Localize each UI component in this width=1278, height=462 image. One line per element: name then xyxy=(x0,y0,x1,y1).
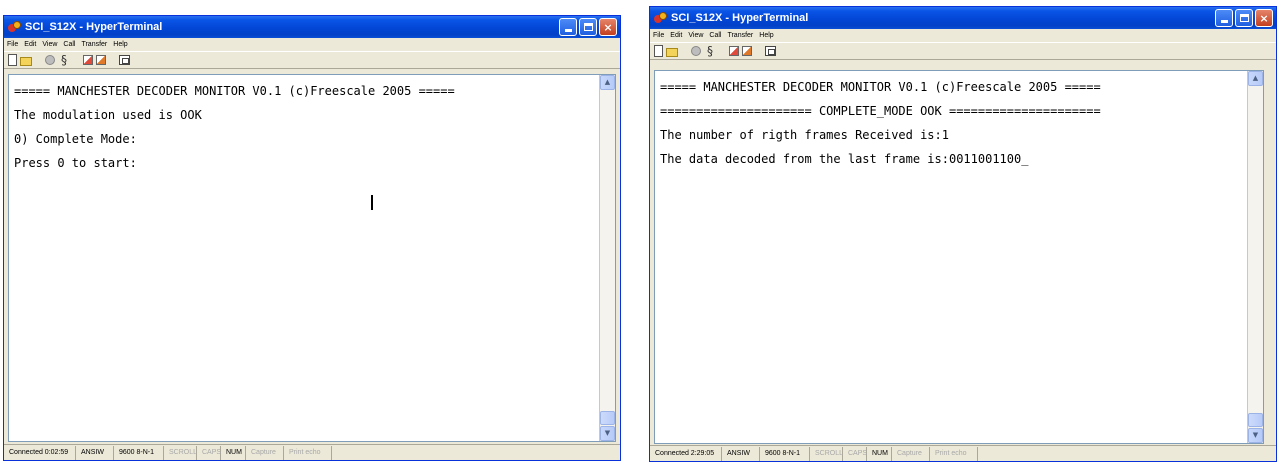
menu-help[interactable]: Help xyxy=(113,41,127,48)
status-print-echo: Print echo xyxy=(284,445,332,460)
status-num: NUM xyxy=(221,445,246,460)
toolbar: § xyxy=(4,51,620,69)
open-folder-icon[interactable] xyxy=(666,48,678,57)
menu-transfer[interactable]: Transfer xyxy=(727,32,753,39)
toolbar: § xyxy=(650,42,1276,60)
scroll-up-button[interactable]: ▲ xyxy=(1248,71,1263,86)
menu-transfer[interactable]: Transfer xyxy=(81,41,107,48)
scroll-down-button[interactable]: ▼ xyxy=(1248,428,1263,443)
close-button[interactable]: × xyxy=(1255,9,1273,27)
terminal-line: 0) Complete Mode: xyxy=(14,132,137,146)
status-baud: 9600 8-N-1 xyxy=(114,445,164,460)
close-icon: × xyxy=(1259,11,1269,25)
terminal-line: ===== MANCHESTER DECODER MONITOR V0.1 (c… xyxy=(14,84,455,98)
minimize-icon xyxy=(564,29,572,32)
maximize-button[interactable] xyxy=(1235,9,1253,27)
terminal-line: The data decoded from the last frame is:… xyxy=(660,152,1029,166)
maximize-button[interactable] xyxy=(579,18,597,36)
status-baud: 9600 8-N-1 xyxy=(760,446,810,461)
status-capture: Capture xyxy=(246,445,284,460)
scroll-up-button[interactable]: ▲ xyxy=(600,75,615,90)
menu-call[interactable]: Call xyxy=(63,41,75,48)
menu-call[interactable]: Call xyxy=(709,32,721,39)
receive-file-icon[interactable] xyxy=(96,55,106,65)
menu-file[interactable]: File xyxy=(7,41,18,48)
hyperterminal-app-icon[interactable] xyxy=(8,20,21,34)
menu-help[interactable]: Help xyxy=(759,32,773,39)
send-file-icon[interactable] xyxy=(83,55,93,65)
status-connected: Connected 0:02:59 xyxy=(4,445,76,460)
vertical-scrollbar[interactable]: ▲ ▼ xyxy=(600,75,615,441)
new-connection-icon[interactable] xyxy=(654,45,663,57)
terminal-line: ===================== COMPLETE_MODE OOK … xyxy=(660,104,1101,118)
menu-file[interactable]: File xyxy=(653,32,664,39)
maximize-icon xyxy=(583,23,593,31)
status-capture: Capture xyxy=(892,446,930,461)
hyperterminal-app-icon[interactable] xyxy=(654,11,667,25)
menu-edit[interactable]: Edit xyxy=(24,41,36,48)
properties-icon[interactable] xyxy=(119,55,130,65)
status-scroll: SCROLL xyxy=(164,445,197,460)
status-print-echo: Print echo xyxy=(930,446,978,461)
disconnect-icon[interactable]: § xyxy=(58,54,70,66)
scroll-thumb[interactable] xyxy=(600,411,615,425)
status-bar: Connected 2:29:05 ANSIW 9600 8-N-1 SCROL… xyxy=(650,445,1276,461)
window-title: SCI_S12X - HyperTerminal xyxy=(671,12,809,24)
properties-icon[interactable] xyxy=(765,46,776,56)
maximize-icon xyxy=(1239,14,1249,22)
window-title: SCI_S12X - HyperTerminal xyxy=(25,21,163,33)
hyperterminal-window-right: SCI_S12X - HyperTerminal × File Edit Vie… xyxy=(649,6,1277,462)
status-emulation: ANSIW xyxy=(722,446,760,461)
menu-edit[interactable]: Edit xyxy=(670,32,682,39)
vertical-scrollbar[interactable]: ▲ ▼ xyxy=(1248,71,1263,443)
menu-view[interactable]: View xyxy=(688,32,703,39)
minimize-button[interactable] xyxy=(1215,9,1233,27)
minimize-icon xyxy=(1220,20,1228,23)
send-file-icon[interactable] xyxy=(729,46,739,56)
terminal-line: The number of rigth frames Received is:1 xyxy=(660,128,949,142)
menu-view[interactable]: View xyxy=(42,41,57,48)
call-icon[interactable] xyxy=(45,55,55,65)
terminal-line: ===== MANCHESTER DECODER MONITOR V0.1 (c… xyxy=(660,80,1101,94)
disconnect-icon[interactable]: § xyxy=(704,45,716,57)
status-num: NUM xyxy=(867,446,892,461)
status-scroll: SCROLL xyxy=(810,446,843,461)
terminal-screen[interactable]: ===== MANCHESTER DECODER MONITOR V0.1 (c… xyxy=(655,71,1248,443)
status-bar: Connected 0:02:59 ANSIW 9600 8-N-1 SCROL… xyxy=(4,444,620,460)
status-connected: Connected 2:29:05 xyxy=(650,446,722,461)
chevron-up-icon: ▲ xyxy=(604,78,611,86)
terminal-line: The modulation used is OOK xyxy=(14,108,202,122)
call-icon[interactable] xyxy=(691,46,701,56)
terminal-panel: ===== MANCHESTER DECODER MONITOR V0.1 (c… xyxy=(654,70,1264,444)
terminal-screen[interactable]: ===== MANCHESTER DECODER MONITOR V0.1 (c… xyxy=(9,75,600,441)
chevron-up-icon: ▲ xyxy=(1252,74,1259,82)
scroll-thumb[interactable] xyxy=(1248,413,1263,427)
title-bar[interactable]: SCI_S12X - HyperTerminal × xyxy=(650,7,1276,29)
status-caps: CAPS xyxy=(197,445,221,460)
close-button[interactable]: × xyxy=(599,18,617,36)
open-folder-icon[interactable] xyxy=(20,57,32,66)
new-connection-icon[interactable] xyxy=(8,54,17,66)
title-bar[interactable]: SCI_S12X - HyperTerminal × xyxy=(4,16,620,38)
status-emulation: ANSIW xyxy=(76,445,114,460)
chevron-down-icon: ▼ xyxy=(604,429,611,437)
minimize-button[interactable] xyxy=(559,18,577,36)
text-cursor xyxy=(371,195,373,210)
status-caps: CAPS xyxy=(843,446,867,461)
close-icon: × xyxy=(603,20,613,34)
chevron-down-icon: ▼ xyxy=(1252,431,1259,439)
terminal-panel: ===== MANCHESTER DECODER MONITOR V0.1 (c… xyxy=(8,74,616,442)
terminal-line: Press 0 to start: xyxy=(14,156,137,170)
receive-file-icon[interactable] xyxy=(742,46,752,56)
menu-bar: File Edit View Call Transfer Help xyxy=(650,29,1276,42)
menu-bar: File Edit View Call Transfer Help xyxy=(4,38,620,51)
scroll-down-button[interactable]: ▼ xyxy=(600,426,615,441)
hyperterminal-window-left: SCI_S12X - HyperTerminal × File Edit Vie… xyxy=(3,15,621,461)
